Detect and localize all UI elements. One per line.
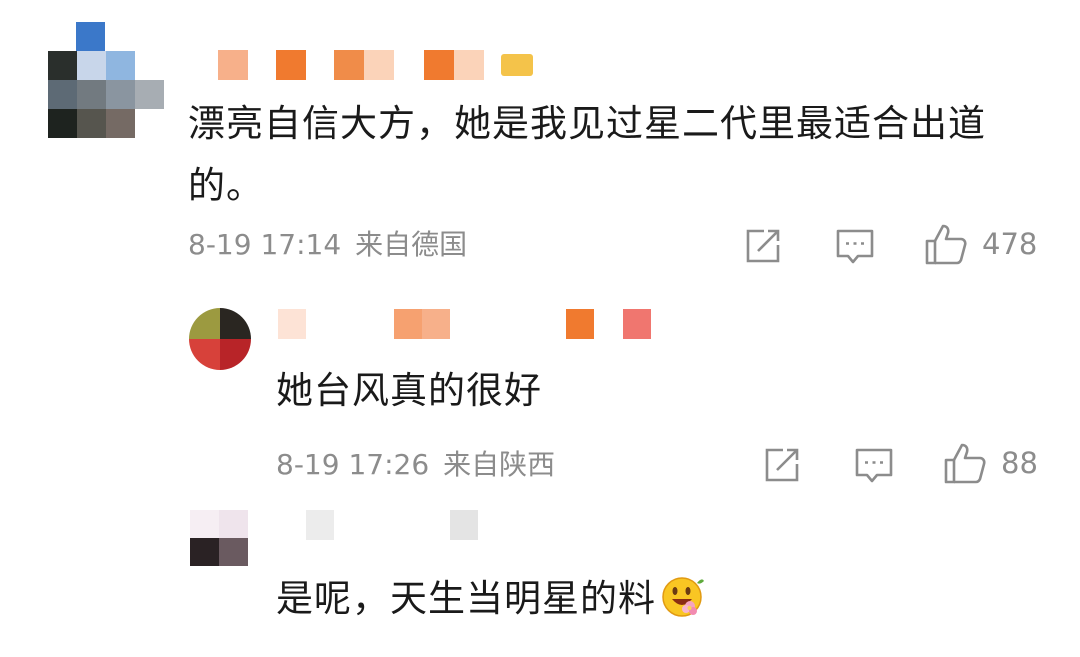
share-button[interactable]	[763, 446, 801, 484]
avatar[interactable]	[48, 22, 164, 138]
comment-location: 来自陕西	[443, 448, 556, 481]
comment-text-content: 是呢，天生当明星的料	[276, 577, 656, 620]
username[interactable]	[278, 309, 658, 339]
comment-date: 8-19 17:26	[276, 448, 430, 481]
comment-text: 是呢，天生当明星的料	[276, 568, 976, 630]
comment-location: 来自德国	[355, 228, 468, 261]
username[interactable]	[306, 510, 506, 540]
reply-button[interactable]	[835, 227, 875, 267]
thumbs-up-icon	[925, 224, 967, 265]
like-button[interactable]: 478	[924, 222, 1037, 266]
comment-text: 漂亮自信大方，她是我见过星二代里最适合出道的。	[188, 102, 986, 207]
share-icon	[746, 229, 780, 263]
comment-meta: 8-19 17:14 来自德国	[188, 227, 467, 263]
like-button[interactable]: 88	[943, 441, 1038, 485]
thumbs-up-icon	[944, 443, 986, 484]
avatar[interactable]	[190, 510, 248, 566]
comment-meta: 8-19 17:26 来自陕西	[276, 447, 555, 483]
comment-text: 她台风真的很好	[276, 369, 542, 412]
smiling-face-with-flower-emoji	[662, 577, 704, 617]
like-count: 478	[982, 227, 1038, 261]
avatar[interactable]	[189, 308, 251, 370]
comment-icon	[836, 229, 874, 264]
share-icon	[765, 448, 799, 482]
like-count: 88	[1001, 446, 1038, 480]
comment-date: 8-19 17:14	[188, 228, 342, 261]
comment-thread: 漂亮自信大方，她是我见过星二代里最适合出道的。 8-19 17:14 来自德国 4…	[0, 0, 1080, 657]
share-button[interactable]	[744, 227, 782, 265]
comment-icon	[855, 448, 893, 483]
reply-button[interactable]	[854, 446, 894, 486]
username[interactable]	[218, 50, 538, 80]
